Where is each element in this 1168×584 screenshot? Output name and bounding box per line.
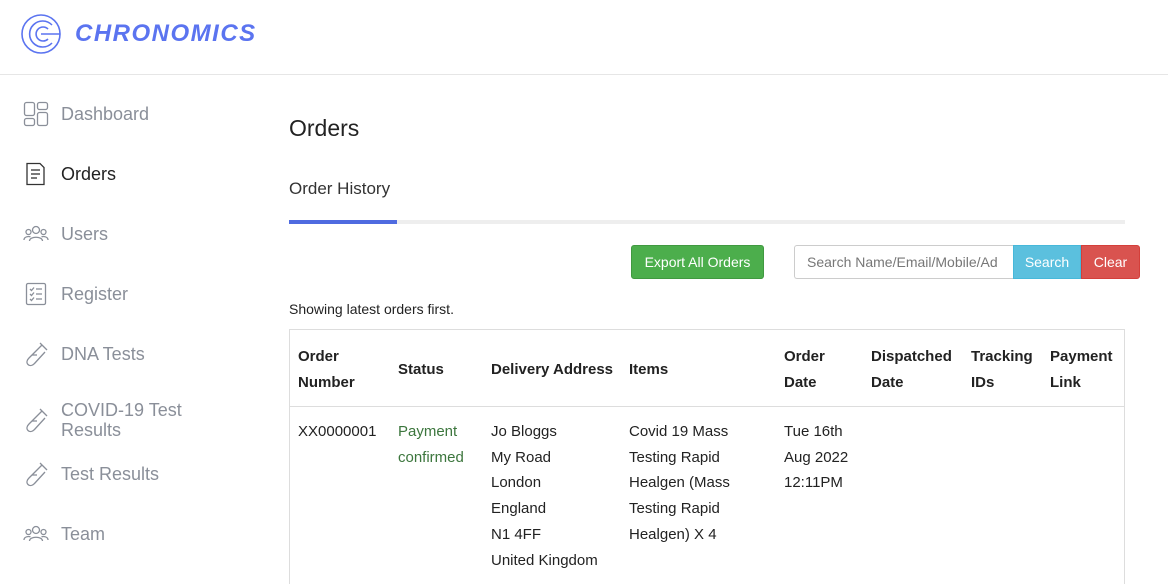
sidebar-item-label: COVID-19 Test Results <box>61 400 182 440</box>
search-input[interactable] <box>794 245 1013 279</box>
users-icon <box>22 220 50 248</box>
order-date-cell: Tue 16th Aug 2022 12:11PM <box>784 423 849 492</box>
status-cell: Payment confirmed <box>398 423 464 466</box>
column-header-delivery-address: Delivery Address <box>491 361 614 378</box>
delivery-address-cell: Jo Bloggs My Road London England N1 4FF … <box>491 423 598 569</box>
column-header-dispatched-date: Dispatched Date <box>871 348 952 391</box>
sidebar-item-label: Orders <box>61 164 117 184</box>
brand-logo[interactable]: CHRONOMICS <box>20 13 257 55</box>
column-header-items: Items <box>629 361 669 378</box>
sidebar-item-dashboard[interactable]: Dashboard <box>22 100 149 128</box>
orders-note: Showing latest orders first. <box>289 301 454 317</box>
brand-name: CHRONOMICS <box>75 20 257 47</box>
sidebar-item-test-results[interactable]: Test Results <box>22 460 159 488</box>
test-tube-icon <box>22 460 50 488</box>
sidebar-item-covid-results[interactable]: COVID-19 Test Results <box>22 400 182 440</box>
search-button[interactable]: Search <box>1013 245 1081 279</box>
sidebar-item-team[interactable]: Team <box>22 520 105 548</box>
sidebar-item-register[interactable]: Register <box>22 280 128 308</box>
items-cell: Covid 19 Mass Testing Rapid Healgen (Mas… <box>629 423 730 543</box>
test-tube-icon <box>22 406 50 434</box>
sidebar-item-label: DNA Tests <box>61 344 145 364</box>
chronomics-logo-icon <box>21 14 61 54</box>
sidebar-item-label: Team <box>61 524 106 544</box>
register-icon <box>22 280 50 308</box>
tab-order-history[interactable]: Order History <box>289 179 390 199</box>
column-header-order-date: Order Date <box>784 348 825 391</box>
dashboard-icon <box>22 100 50 128</box>
team-icon <box>22 520 50 548</box>
tab-track <box>289 220 1125 224</box>
column-header-order-number: Order Number <box>298 348 355 391</box>
column-header-tracking-ids: Tracking IDs <box>971 348 1033 391</box>
page-title: Orders <box>289 115 360 141</box>
orders-table: Order Number Status Delivery Address Item… <box>289 329 1125 584</box>
top-header: CHRONOMICS <box>0 0 1168 75</box>
export-all-orders-button[interactable]: Export All Orders <box>631 245 764 279</box>
sidebar: Dashboard Orders Users Register DNA Test… <box>0 76 250 584</box>
sidebar-item-label: Dashboard <box>61 104 150 124</box>
sidebar-item-label: Register <box>61 284 129 304</box>
clear-button[interactable]: Clear <box>1081 245 1140 279</box>
column-header-payment-link: Payment Link <box>1050 348 1113 391</box>
test-tube-icon <box>22 340 50 368</box>
tab-active-indicator <box>289 220 397 224</box>
sidebar-item-dna-tests[interactable]: DNA Tests <box>22 340 145 368</box>
sidebar-item-users[interactable]: Users <box>22 220 108 248</box>
orders-icon <box>22 160 50 188</box>
table-header: Order Number Status Delivery Address Item… <box>290 330 1124 407</box>
column-header-status: Status <box>398 361 444 378</box>
sidebar-item-label: Users <box>61 224 109 244</box>
order-number-cell: XX0000001 <box>298 423 377 440</box>
sidebar-item-label: Test Results <box>61 464 160 484</box>
sidebar-item-orders[interactable]: Orders <box>22 160 116 188</box>
